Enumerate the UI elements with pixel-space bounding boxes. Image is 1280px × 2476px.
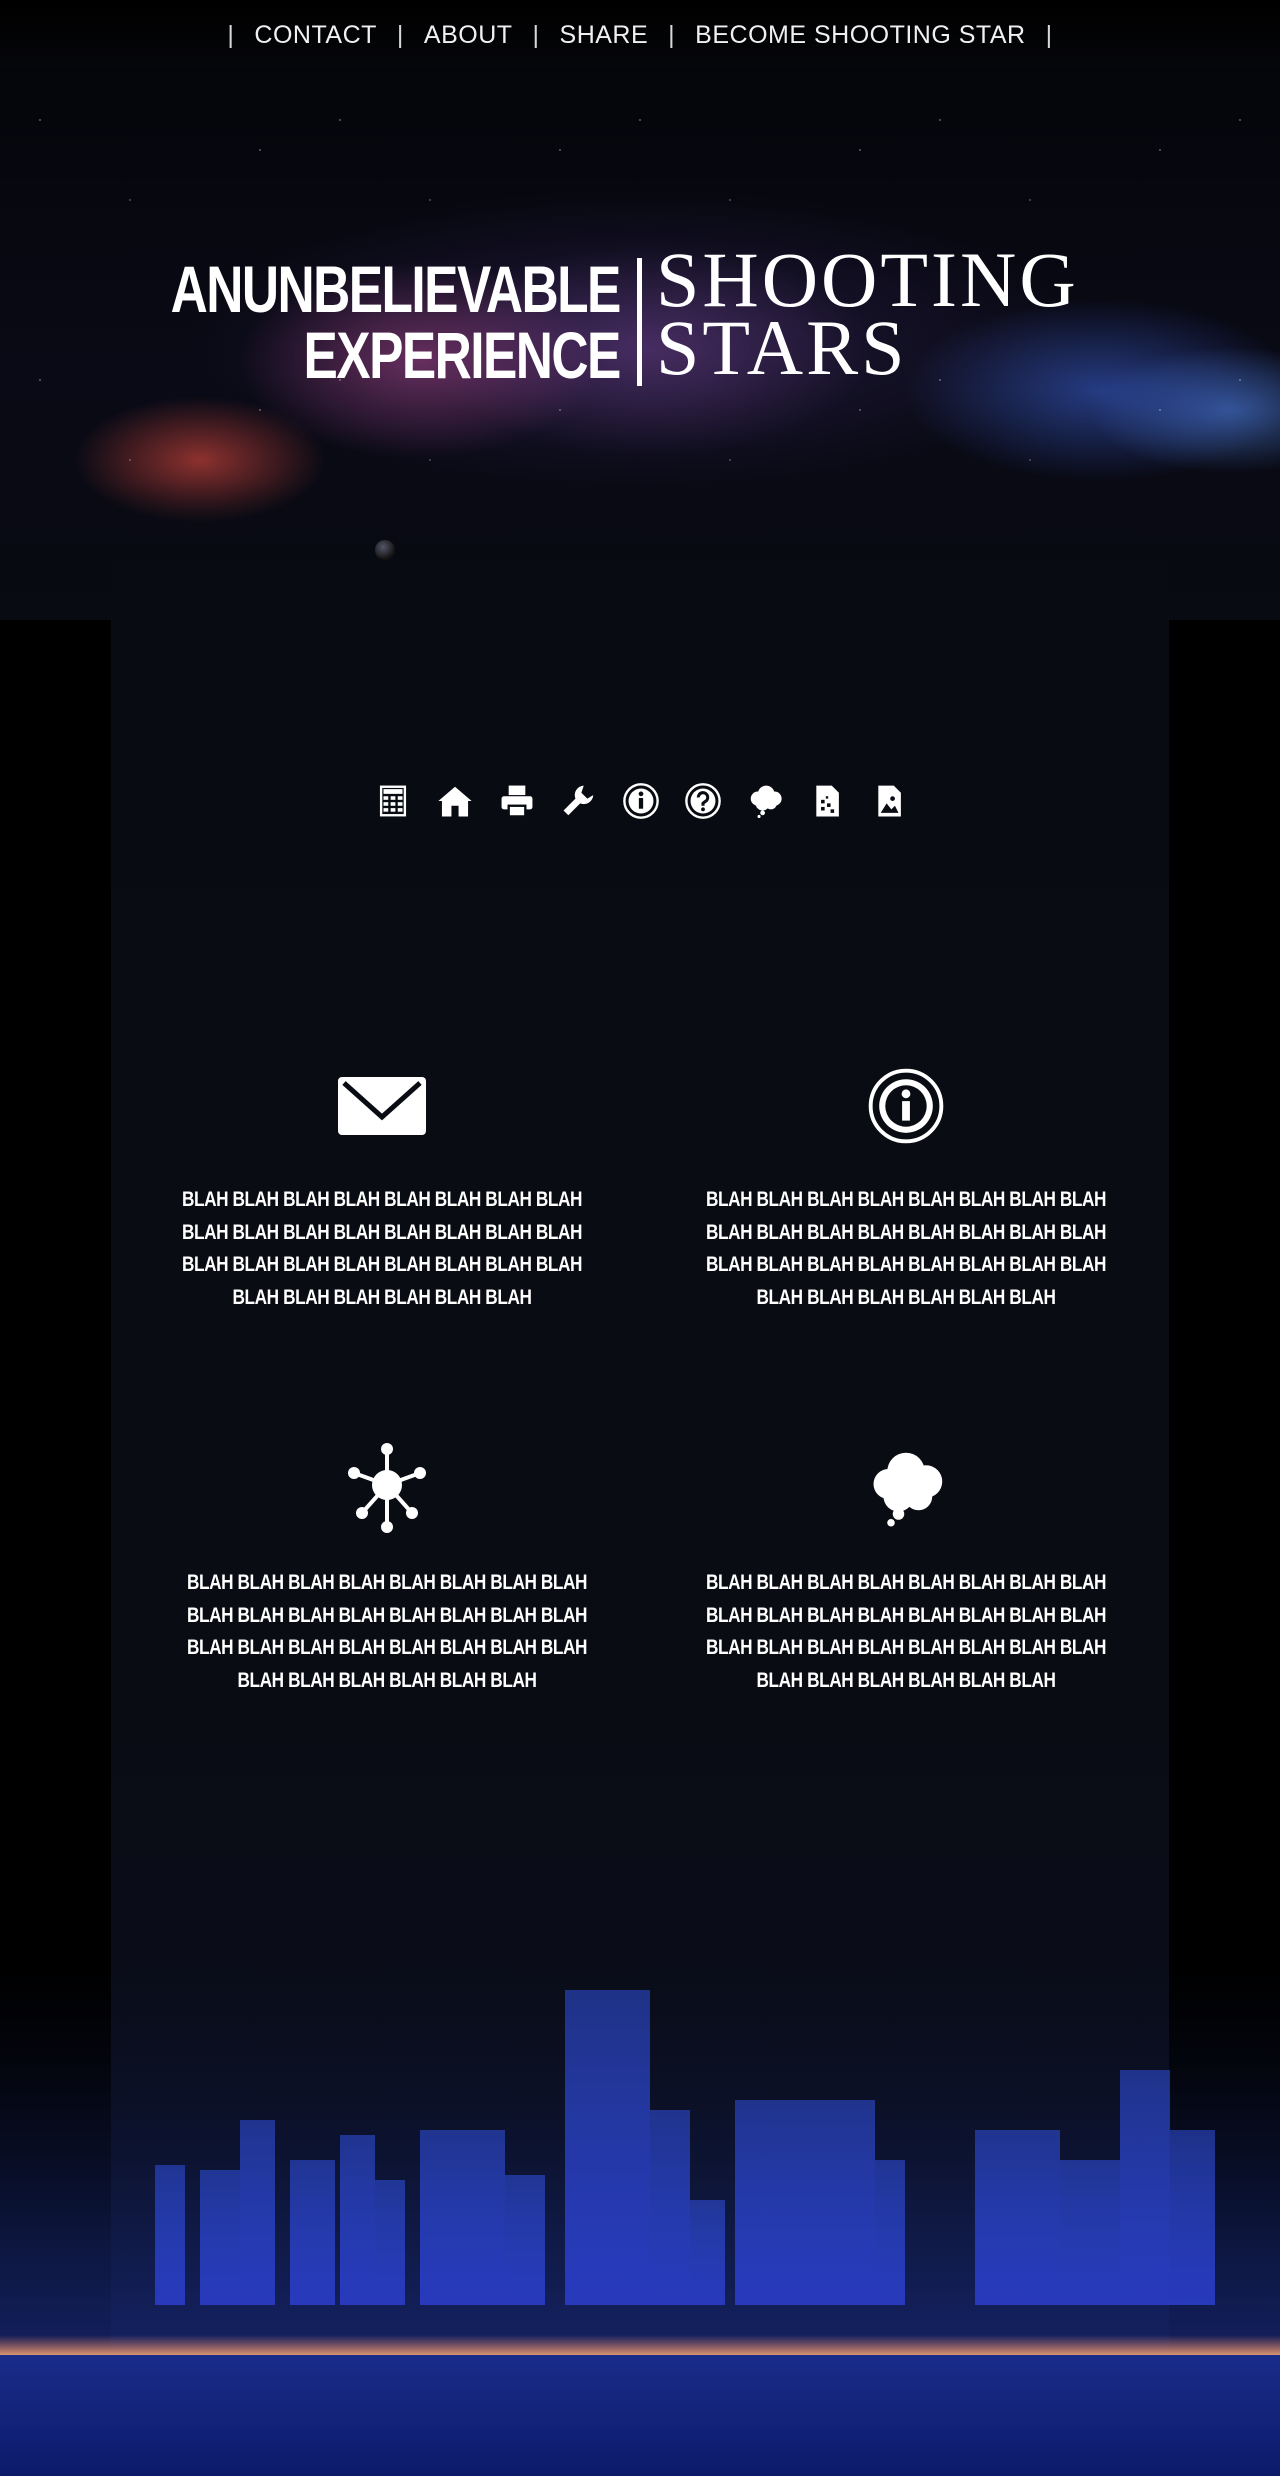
help-icon[interactable]: [680, 778, 726, 824]
feature-info: BLAH BLAH BLAH BLAH BLAH BLAH BLAH BLAH …: [696, 1066, 1116, 1314]
icon-toolbar: [370, 778, 928, 824]
hero-title-right: SHOOTING STARS: [656, 241, 1079, 391]
nav-link-contact[interactable]: CONTACT: [254, 21, 376, 50]
nav-link-become-shooting-star[interactable]: BECOME SHOOTING STAR: [695, 21, 1025, 50]
nav-separator: |: [227, 20, 235, 49]
cloud-icon: [696, 1449, 1116, 1529]
hero-title: ANUNBELIEVABLE EXPERIENCE SHOOTING STARS: [0, 241, 1280, 396]
file-code-icon[interactable]: [804, 778, 850, 824]
feature-network: BLAH BLAH BLAH BLAH BLAH BLAH BLAH BLAH …: [177, 1443, 597, 1697]
feature-text: BLAH BLAH BLAH BLAH BLAH BLAH BLAH BLAH …: [705, 1188, 1107, 1309]
planet-decoration: [375, 540, 395, 560]
hero-title-line: EXPERIENCE: [303, 318, 622, 392]
city-skyline: [0, 1960, 1280, 2476]
info-icon[interactable]: [618, 778, 664, 824]
envelope-icon: [172, 1066, 592, 1146]
hero-title-left: ANUNBELIEVABLE EXPERIENCE: [170, 252, 622, 392]
network-icon: [177, 1443, 597, 1533]
wrench-icon[interactable]: [556, 778, 602, 824]
hero-title-line: STARS: [656, 304, 908, 391]
nav-separator: |: [1045, 20, 1053, 49]
nav-separator: |: [532, 20, 540, 49]
file-image-icon[interactable]: [866, 778, 912, 824]
nav-link-share[interactable]: SHARE: [560, 21, 649, 50]
home-icon[interactable]: [432, 778, 478, 824]
calculator-icon[interactable]: [370, 778, 416, 824]
nav-separator: |: [396, 20, 404, 49]
feature-cloud: BLAH BLAH BLAH BLAH BLAH BLAH BLAH BLAH …: [696, 1449, 1116, 1697]
title-divider: [637, 258, 642, 386]
feature-text: BLAH BLAH BLAH BLAH BLAH BLAH BLAH BLAH …: [186, 1571, 588, 1692]
nav-link-about[interactable]: ABOUT: [424, 21, 513, 50]
feature-text: BLAH BLAH BLAH BLAH BLAH BLAH BLAH BLAH …: [181, 1188, 583, 1309]
hero-title-line: ANUNBELIEVABLE: [170, 252, 622, 326]
cloud-icon[interactable]: [742, 778, 788, 824]
top-navigation: | CONTACT | ABOUT | SHARE | BECOME SHOOT…: [0, 0, 1280, 70]
feature-text: BLAH BLAH BLAH BLAH BLAH BLAH BLAH BLAH …: [705, 1571, 1107, 1692]
printer-icon[interactable]: [494, 778, 540, 824]
nav-separator: |: [668, 20, 676, 49]
feature-contact: BLAH BLAH BLAH BLAH BLAH BLAH BLAH BLAH …: [172, 1066, 592, 1314]
info-icon: [696, 1066, 1116, 1146]
